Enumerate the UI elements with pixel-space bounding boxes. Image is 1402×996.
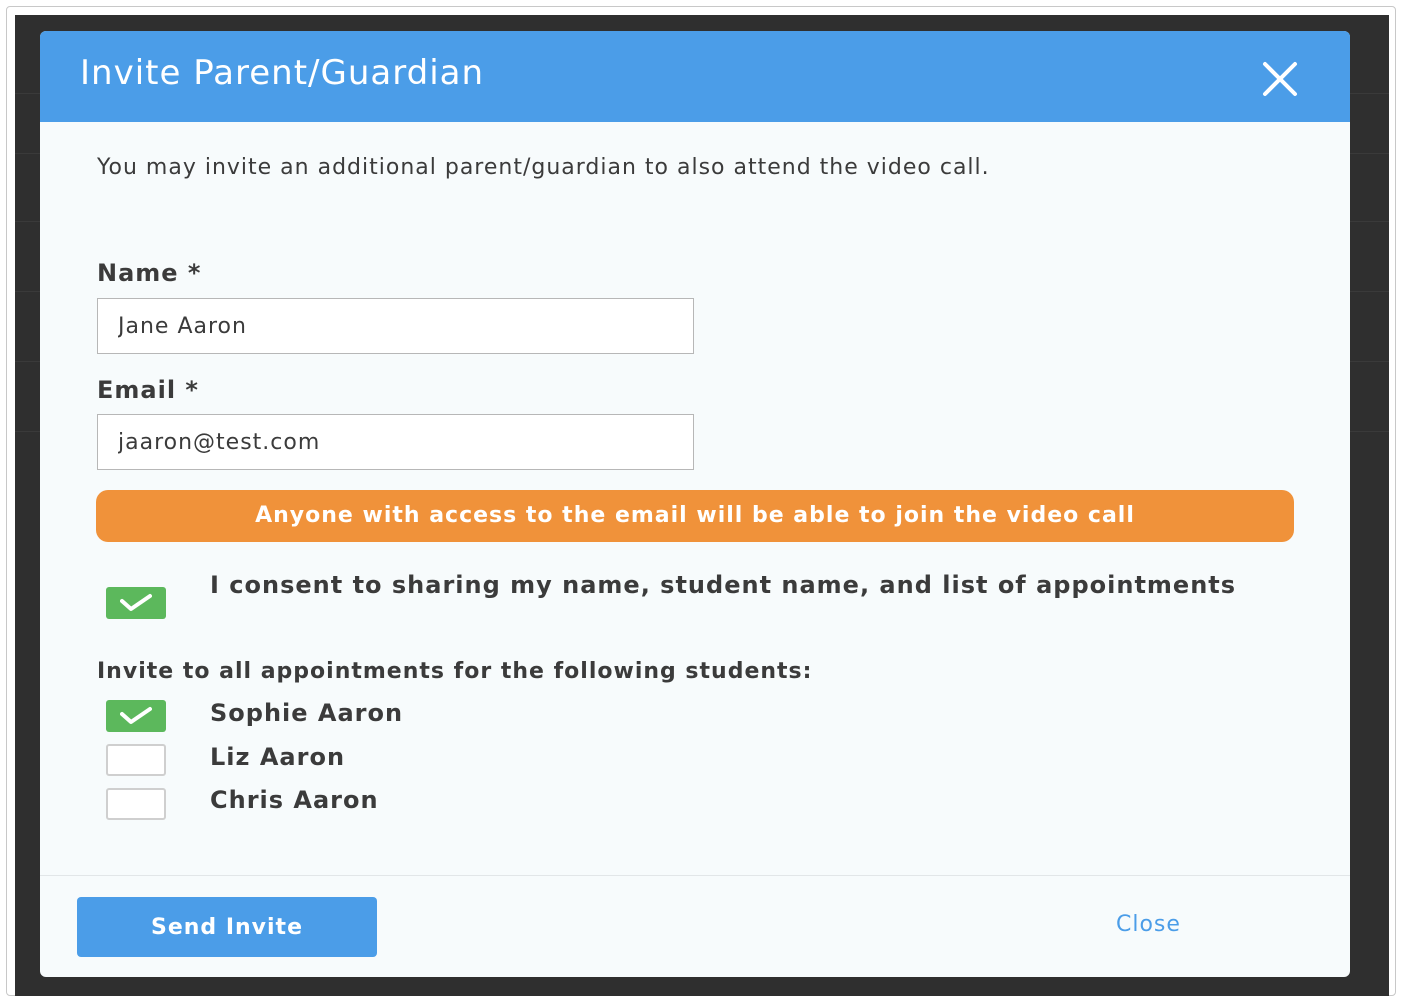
name-label: Name * [97,259,202,287]
email-label: Email * [97,376,199,404]
student-name: Chris Aaron [210,786,379,814]
student-checkbox-sophie[interactable] [106,700,166,732]
close-icon[interactable] [1262,61,1298,97]
modal-title: Invite Parent/Guardian [80,53,485,93]
modal-header: Invite Parent/Guardian [40,31,1350,122]
consent-checkbox[interactable] [106,587,166,619]
footer-divider [40,875,1350,876]
close-button[interactable]: Close [1116,912,1181,937]
intro-text: You may invite an additional parent/guar… [97,155,990,180]
checkmark-icon [120,707,152,724]
students-heading: Invite to all appointments for the follo… [97,659,813,684]
name-field[interactable] [97,298,694,354]
student-checkbox-chris[interactable] [106,788,166,820]
student-checkbox-liz[interactable] [106,744,166,776]
send-invite-button[interactable]: Send Invite [77,897,377,957]
invite-modal: Invite Parent/Guardian You may invite an… [40,31,1350,977]
consent-label: I consent to sharing my name, student na… [210,571,1237,599]
student-name: Sophie Aaron [210,699,404,727]
student-name: Liz Aaron [210,743,346,771]
email-field[interactable] [97,414,694,470]
warning-banner: Anyone with access to the email will be … [96,490,1294,542]
checkmark-icon [120,594,152,611]
